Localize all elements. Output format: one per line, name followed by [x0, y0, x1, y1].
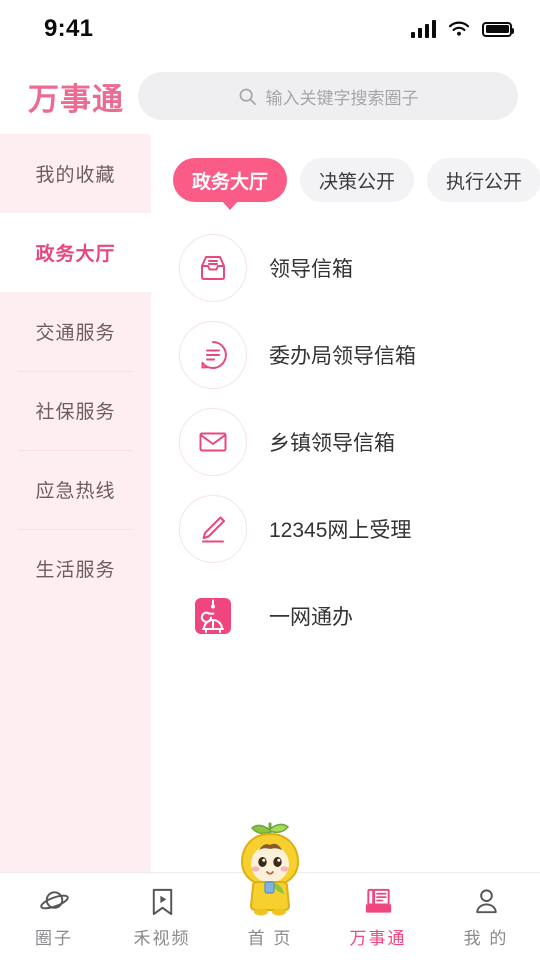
nav-item-wanshitong[interactable]: 万事通 — [324, 885, 432, 949]
nav-item-profile[interactable]: 我 的 — [432, 885, 540, 949]
chat-bubble-lines-icon — [179, 321, 247, 389]
list-item-label: 领导信箱 — [269, 253, 353, 283]
pencil-edit-icon — [179, 495, 247, 563]
sidebar: 我的收藏 政务大厅 交通服务 社保服务 应急热线 生活服务 — [0, 134, 151, 872]
list-item[interactable]: 委办局领导信箱 — [179, 311, 540, 398]
sidebar-item-social-security[interactable]: 社保服务 — [0, 371, 151, 450]
sidebar-item-emergency-hotline[interactable]: 应急热线 — [0, 450, 151, 529]
tab-execution-disclosure[interactable]: 执行公开 — [427, 158, 540, 202]
nav-item-label: 首 页 — [248, 924, 293, 949]
sidebar-item-label: 社保服务 — [35, 397, 115, 424]
list-item[interactable]: 12345网上受理 — [179, 485, 540, 572]
battery-icon — [482, 22, 512, 37]
sidebar-item-label: 我的收藏 — [35, 160, 115, 187]
nav-item-video[interactable]: 禾视频 — [108, 885, 216, 949]
list-item[interactable]: 乡镇领导信箱 — [179, 398, 540, 485]
list-item-label: 乡镇领导信箱 — [269, 427, 395, 457]
sidebar-item-life-service[interactable]: 生活服务 — [0, 529, 151, 608]
wifi-icon — [447, 20, 471, 38]
body-split: 我的收藏 政务大厅 交通服务 社保服务 应急热线 生活服务 政务大 — [0, 134, 540, 872]
list-item-label: 一网通办 — [269, 601, 353, 631]
nav-item-label: 万事通 — [350, 924, 407, 949]
planet-icon — [39, 885, 70, 917]
person-icon — [471, 885, 502, 917]
nav-item-label: 禾视频 — [134, 924, 191, 949]
search-input[interactable]: 输入关键字搜索圈子 — [138, 72, 518, 120]
envelope-icon — [179, 408, 247, 476]
app-logo: 万事通 — [28, 74, 124, 119]
status-time: 9:41 — [44, 15, 93, 43]
status-indicators — [411, 20, 512, 38]
nav-item-circles[interactable]: 圈子 — [0, 885, 108, 949]
nav-item-label: 圈子 — [35, 924, 73, 949]
tab-government-hall[interactable]: 政务大厅 — [173, 158, 287, 202]
category-tabs: 政务大厅 决策公开 执行公开 管理公开 — [151, 134, 540, 202]
sidebar-item-government-hall[interactable]: 政务大厅 — [0, 213, 151, 292]
sidebar-item-my-favorites[interactable]: 我的收藏 — [0, 134, 151, 213]
sidebar-item-label: 生活服务 — [35, 555, 115, 582]
tab-label: 决策公开 — [319, 167, 395, 194]
mascot-character-icon[interactable] — [231, 820, 309, 916]
list-item[interactable]: 一网通办 — [179, 572, 540, 659]
search-icon — [238, 87, 257, 106]
service-list: 领导信箱 委办局领导信箱 — [151, 202, 540, 659]
list-item-label: 12345网上受理 — [269, 514, 411, 544]
app-root: 9:41 万事通 输入关键字搜索圈子 我的收藏 — [0, 0, 540, 960]
sidebar-item-traffic-service[interactable]: 交通服务 — [0, 292, 151, 371]
yiwangtongban-logo-icon — [179, 582, 247, 650]
list-item-label: 委办局领导信箱 — [269, 340, 416, 370]
app-header: 万事通 输入关键字搜索圈子 — [0, 58, 540, 134]
list-item[interactable]: 领导信箱 — [179, 224, 540, 311]
bookmark-play-icon — [147, 885, 178, 917]
tab-label: 执行公开 — [446, 167, 522, 194]
content-panel: 政务大厅 决策公开 执行公开 管理公开 — [151, 134, 540, 872]
nav-item-label: 我 的 — [464, 924, 509, 949]
sidebar-item-label: 政务大厅 — [35, 239, 115, 266]
sidebar-item-label: 应急热线 — [35, 476, 115, 503]
sidebar-item-label: 交通服务 — [35, 318, 115, 345]
status-bar: 9:41 — [0, 0, 540, 58]
signal-bars-icon — [411, 20, 436, 38]
tab-decision-disclosure[interactable]: 决策公开 — [300, 158, 414, 202]
inbox-tray-icon — [179, 234, 247, 302]
documents-tray-icon — [363, 885, 394, 917]
search-placeholder: 输入关键字搜索圈子 — [266, 84, 419, 109]
tab-label: 政务大厅 — [192, 167, 268, 194]
